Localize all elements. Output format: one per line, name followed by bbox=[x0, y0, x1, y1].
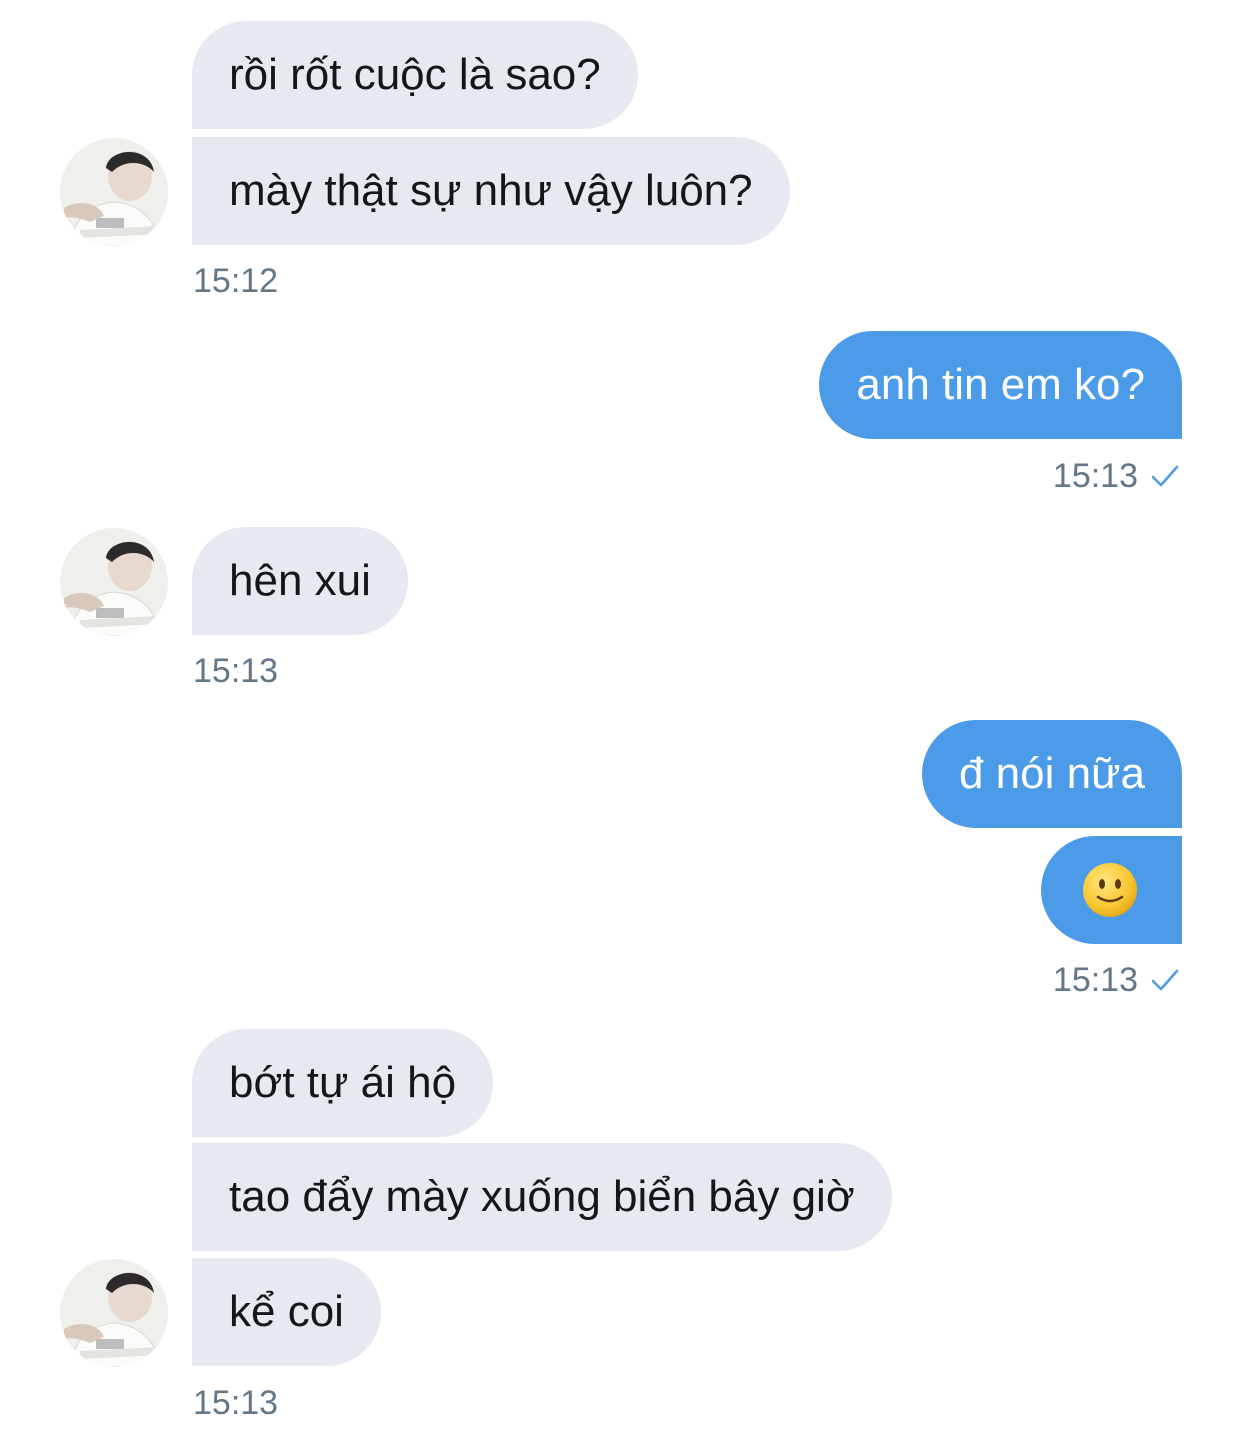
message-text: hên xui bbox=[229, 556, 371, 605]
avatar-photo-icon bbox=[60, 528, 168, 636]
message-bubble-received[interactable]: tao đẩy mày xuống biển bây giờ bbox=[192, 1143, 892, 1251]
timestamp: 15:13 bbox=[193, 652, 279, 690]
message-bubble-received[interactable]: rồi rốt cuộc là sao? bbox=[192, 21, 638, 129]
message-text: kể coi bbox=[229, 1287, 344, 1336]
message-bubble-sent[interactable] bbox=[1041, 836, 1182, 944]
message-bubble-sent[interactable]: anh tin em ko? bbox=[819, 331, 1182, 439]
message-bubble-received[interactable]: kể coi bbox=[192, 1258, 381, 1366]
timestamp: 15:13 bbox=[193, 1384, 279, 1422]
slightly-smiling-face-icon bbox=[1083, 863, 1137, 917]
checkmark-icon bbox=[1151, 969, 1179, 991]
message-text: mày thật sự như vậy luôn? bbox=[229, 166, 753, 215]
timestamp: 15:12 bbox=[193, 262, 279, 300]
message-bubble-sent[interactable]: đ nói nữa bbox=[921, 720, 1182, 828]
message-text: rồi rốt cuộc là sao? bbox=[229, 50, 601, 99]
avatar-photo-icon bbox=[60, 1259, 168, 1367]
timestamp-row: 15:13 bbox=[1053, 960, 1180, 1000]
timestamp-row: 15:13 bbox=[1053, 456, 1180, 496]
message-text: anh tin em ko? bbox=[856, 360, 1145, 409]
avatar[interactable] bbox=[60, 138, 168, 246]
avatar[interactable] bbox=[60, 528, 168, 636]
message-text: tao đẩy mày xuống biển bây giờ bbox=[229, 1172, 855, 1221]
checkmark-icon bbox=[1151, 465, 1179, 487]
message-text: bớt tự ái hộ bbox=[229, 1058, 457, 1107]
message-bubble-received[interactable]: mày thật sự như vậy luôn? bbox=[192, 137, 790, 245]
timestamp: 15:13 bbox=[1052, 961, 1138, 999]
avatar-photo-icon bbox=[60, 138, 168, 246]
message-bubble-received[interactable]: bớt tự ái hộ bbox=[192, 1029, 494, 1137]
timestamp: 15:13 bbox=[1052, 457, 1138, 495]
message-bubble-received[interactable]: hên xui bbox=[192, 527, 408, 635]
message-text: đ nói nữa bbox=[958, 749, 1145, 798]
avatar[interactable] bbox=[60, 1259, 168, 1367]
